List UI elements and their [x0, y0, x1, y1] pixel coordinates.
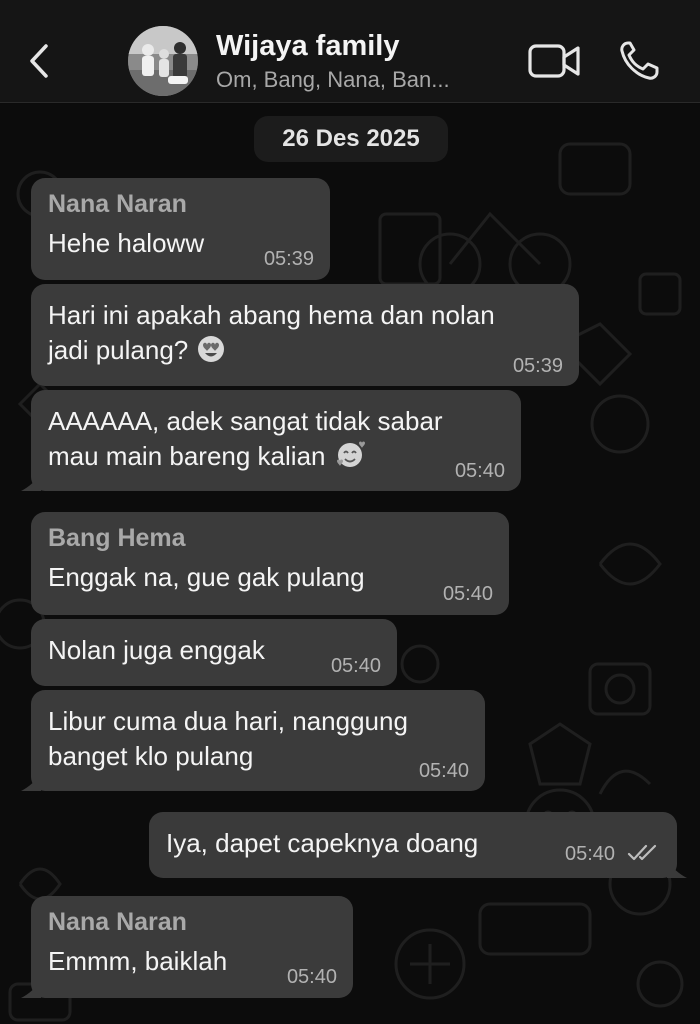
message-text: Iya, dapet capeknya doang [166, 828, 479, 858]
message-time: 05:39 [263, 248, 314, 270]
message-time: 05:40 [286, 966, 337, 988]
message-text: Hehe haloww [48, 228, 205, 258]
message-bubble[interactable]: Nana Naran Emmm, baiklah 05:40 [21, 896, 353, 998]
bubble-tail [667, 860, 687, 878]
chat-members[interactable]: Om, Bang, Nana, Ban... [216, 67, 450, 93]
smiling-face-with-hearts-emoji [336, 441, 365, 467]
phone-icon [620, 41, 659, 80]
group-avatar[interactable] [128, 26, 198, 96]
message-time: 05:39 [512, 355, 563, 377]
double-check-icon [627, 844, 657, 861]
bubble-tail [21, 473, 41, 491]
message-sender[interactable]: Nana Naran [48, 190, 187, 219]
video-call-icon [528, 44, 580, 78]
message-text: AAAAAA, adek sangat tidak sabar [48, 406, 443, 436]
message-text: Libur cuma dua hari, nanggung [48, 706, 408, 736]
chat-header: Wijaya family Om, Bang, Nana, Ban... [0, 0, 700, 103]
message-sender[interactable]: Bang Hema [48, 524, 186, 553]
date-separator: 26 Des 2025 [254, 116, 448, 162]
message-bubble[interactable]: Bang Hema Enggak na, gue gak pulang 05:4… [31, 512, 509, 615]
message-time: 05:40 [418, 760, 469, 782]
message-bubble[interactable]: Nana Naran Hehe haloww 05:39 [31, 178, 330, 280]
message-text: banget klo pulang [48, 741, 254, 771]
message-bubble-outgoing[interactable]: Iya, dapet capeknya doang 05:40 [149, 812, 687, 878]
message-text: mau main bareng kalian [48, 441, 326, 471]
bubble-tail [21, 773, 41, 791]
message-text-line: jadi pulang? [48, 333, 225, 368]
heart-eyes-emoji [198, 336, 225, 362]
chat-title[interactable]: Wijaya family [216, 30, 400, 63]
chevron-left-icon [30, 44, 48, 78]
voice-call-button[interactable] [616, 38, 664, 84]
message-list[interactable]: 26 Des 2025 Nana Naran Hehe haloww 05:39… [0, 104, 700, 1024]
message-bubble[interactable]: AAAAAA, adek sangat tidak sabar mau main… [21, 390, 521, 491]
message-time: 05:40 [565, 843, 616, 865]
message-bubble[interactable]: Hari ini apakah abang hema dan nolan jad… [31, 284, 579, 386]
message-text: jadi pulang? [48, 335, 189, 365]
message-bubble[interactable]: Nolan juga enggak 05:40 [31, 619, 397, 686]
message-text: Enggak na, gue gak pulang [48, 562, 365, 592]
message-sender[interactable]: Nana Naran [48, 908, 187, 937]
message-time: 05:40 [442, 583, 493, 605]
bubble-tail [21, 980, 41, 998]
video-call-button[interactable] [526, 40, 582, 82]
message-text: Nolan juga enggak [48, 635, 265, 665]
message-time: 05:40 [454, 460, 505, 482]
message-text: Emmm, baiklah [48, 946, 228, 976]
message-text: Hari ini apakah abang hema dan nolan [48, 300, 495, 330]
back-button[interactable] [22, 36, 58, 86]
message-bubble[interactable]: Libur cuma dua hari, nanggung banget klo… [21, 690, 485, 791]
message-time: 05:40 [330, 655, 381, 677]
